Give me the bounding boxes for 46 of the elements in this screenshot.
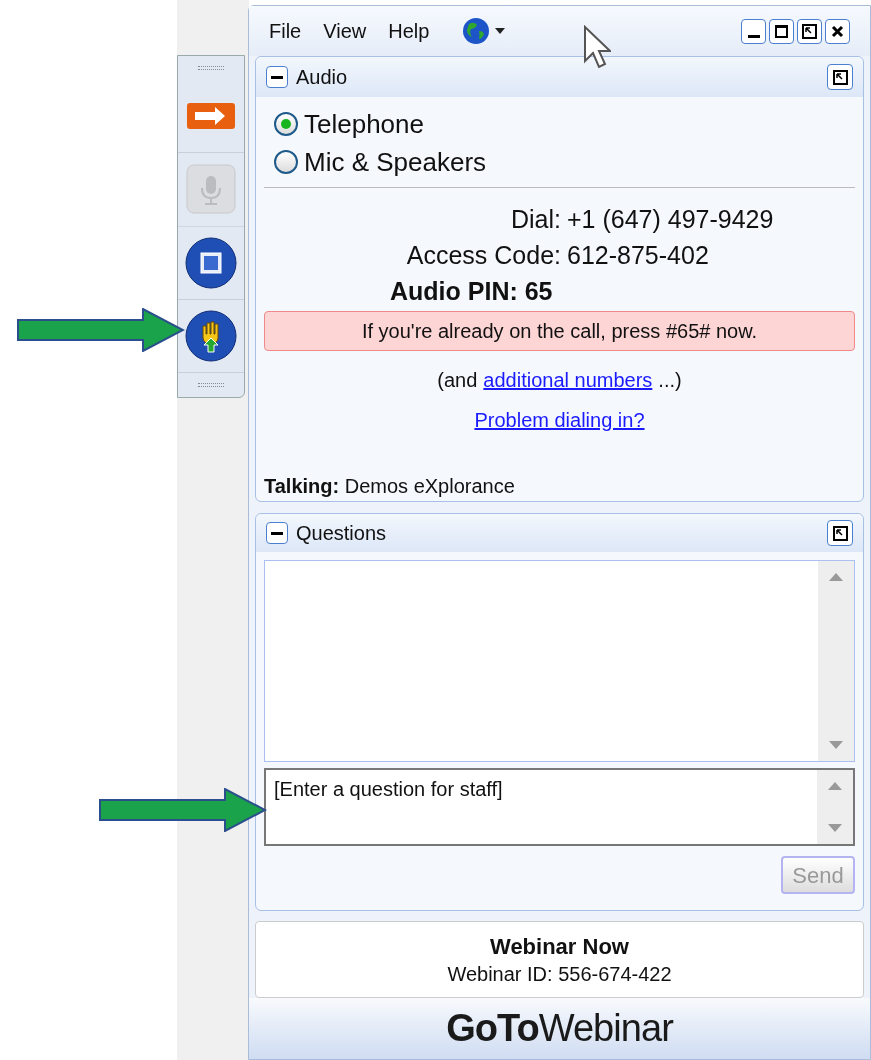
app-logo: GoToWebinar — [446, 1006, 673, 1051]
radio-button[interactable] — [274, 150, 298, 174]
caret-icon — [495, 28, 506, 34]
collapse-button[interactable] — [266, 522, 288, 544]
scrollbar[interactable] — [817, 770, 853, 844]
menu-item[interactable]: File — [269, 16, 302, 46]
language-button[interactable] — [461, 16, 506, 46]
panel-title: Questions — [296, 521, 387, 546]
webinar-title: Webinar Now — [490, 932, 629, 961]
detail-label: Dial: — [510, 204, 561, 235]
undock-icon — [832, 69, 848, 85]
undock-icon — [832, 525, 848, 541]
globe-icon — [461, 16, 492, 46]
hand-icon — [185, 309, 237, 362]
undock-icon — [802, 23, 817, 39]
detail-value: 612-875-402 — [567, 240, 710, 271]
scroll-up-icon — [828, 782, 842, 790]
detail-label: Access Code: — [405, 240, 561, 271]
webinar-id: Webinar ID: 556-674-422 — [447, 961, 672, 987]
undock-button[interactable] — [827, 64, 853, 90]
more-text: ...) — [658, 368, 682, 393]
menu-item[interactable]: View — [323, 16, 367, 46]
undock-button[interactable] — [827, 520, 853, 546]
microphone-icon — [186, 164, 236, 215]
detail-value: +1 (647) 497-9429 — [567, 204, 775, 235]
radio-button[interactable] — [274, 112, 298, 136]
scrollbar[interactable] — [818, 561, 854, 761]
close-icon — [831, 24, 844, 38]
panel-title: Audio — [296, 65, 348, 90]
undock-button[interactable] — [797, 18, 822, 44]
audio-pin: Audio PIN: 65 — [390, 276, 554, 307]
close-button[interactable] — [825, 18, 850, 44]
collapse-button[interactable] — [266, 66, 288, 88]
menu-item[interactable]: Help — [388, 16, 430, 46]
radio-option[interactable]: Mic & Speakers — [274, 143, 845, 181]
talking-status: Talking: Demos eXplorance — [264, 474, 516, 499]
scroll-up-icon — [829, 573, 843, 581]
minimize-button[interactable] — [741, 18, 766, 44]
radio-option[interactable]: Telephone — [274, 105, 845, 143]
more-text: (and — [437, 368, 478, 393]
problem-dialing-link[interactable]: Problem dialing in? — [474, 405, 645, 435]
additional-numbers-link[interactable]: additional numbers — [483, 365, 653, 395]
call-notice: If you're already on the call, press #65# now. — [264, 311, 855, 351]
scroll-down-icon — [828, 824, 842, 832]
scroll-down-icon — [829, 741, 843, 749]
maximize-button[interactable] — [769, 18, 794, 44]
